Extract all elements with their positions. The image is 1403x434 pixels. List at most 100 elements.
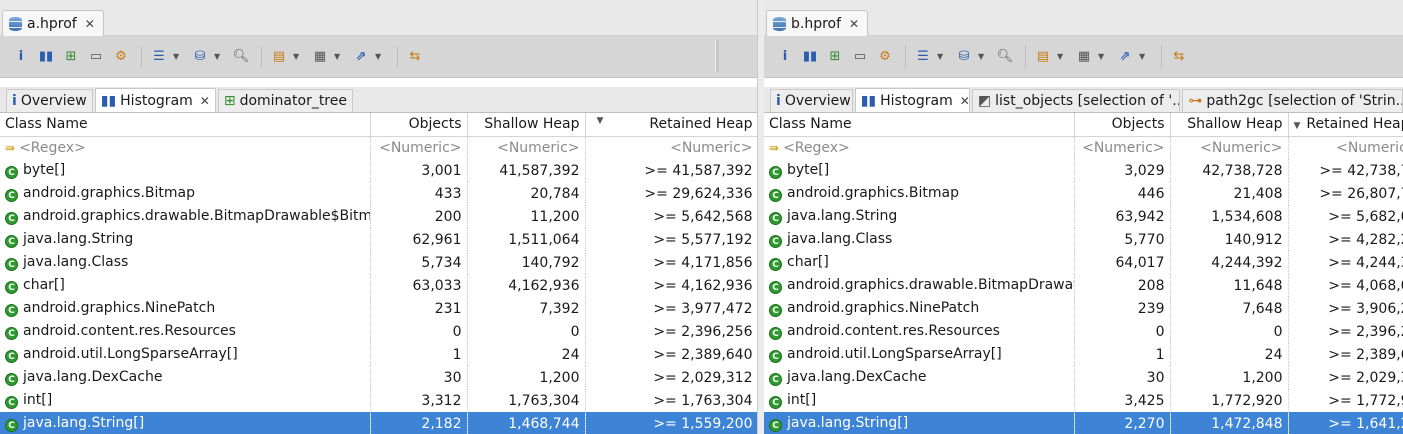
compare-icon[interactable]: ⇆ xyxy=(404,46,426,68)
histogram-table: Class Name Objects Shallow Heap ▼ Retaine… xyxy=(764,113,1403,434)
shallow-heap-cell: 1,472,848 xyxy=(1170,412,1289,434)
numeric-filter-cell[interactable]: <Numeric> xyxy=(1074,136,1171,159)
top-consumers-icon[interactable]: ⚙ xyxy=(110,46,132,68)
group-by-icon[interactable]: ▤ xyxy=(1032,46,1054,68)
chevron-down-icon[interactable]: ▼ xyxy=(173,52,183,61)
oql-icon[interactable]: ▭ xyxy=(849,46,871,68)
table-row[interactable]: Cjava.lang.String 63,942 1,534,608 >= 5,682… xyxy=(764,205,1403,228)
info-icon[interactable]: i xyxy=(774,46,796,68)
table-row[interactable]: Cjava.lang.String[] 2,270 1,472,848 >= 1,64… xyxy=(764,412,1403,434)
run-report-icon[interactable]: ☰ xyxy=(912,46,934,68)
chevron-down-icon[interactable]: ▼ xyxy=(375,52,385,61)
query-browser-icon[interactable]: ⛁ xyxy=(953,46,975,68)
table-row[interactable]: Cjava.lang.String[] 2,182 1,468,744 >= 1,55… xyxy=(0,412,757,434)
export-icon[interactable]: ⇗ xyxy=(1114,46,1136,68)
info-icon[interactable]: i xyxy=(10,46,32,68)
table-row[interactable]: Candroid.util.LongSparseArray[] 1 24 >= 2,3… xyxy=(764,343,1403,366)
shallow-heap-cell: 7,648 xyxy=(1170,297,1289,320)
dominator-tree-icon[interactable]: ⊞ xyxy=(824,46,846,68)
column-header-class-name[interactable]: Class Name xyxy=(0,113,371,137)
dominator-tree-icon: ⊞ xyxy=(223,93,236,109)
table-row[interactable]: Cint[]3,4251,772,920>= 1,772,92 xyxy=(764,389,1403,412)
histogram-icon[interactable]: ▮▮ xyxy=(799,46,821,68)
chevron-down-icon[interactable]: ▼ xyxy=(1057,52,1067,61)
class-name-cell: Cint[] xyxy=(0,389,371,412)
table-row[interactable]: Cchar[]64,0174,244,392>= 4,244,39 xyxy=(764,251,1403,274)
tab-histogram[interactable]: ▮▮ Histogram ✕ xyxy=(854,88,970,112)
search-icon[interactable]: 🔍︎ xyxy=(994,46,1016,68)
table-row[interactable]: Candroid.graphics.drawable.BitmapDrawabl… xyxy=(0,205,757,228)
tab-list-objects[interactable]: ◩ list_objects [selection of '... xyxy=(971,89,1181,112)
tab-overview[interactable]: i Overview xyxy=(770,89,853,112)
chevron-down-icon[interactable]: ▼ xyxy=(214,52,224,61)
retained-heap-cell: >= 4,171,856 xyxy=(585,251,757,274)
close-icon[interactable]: ✕ xyxy=(849,17,859,31)
editor-tab-a-hprof[interactable]: a.hprof ✕ xyxy=(2,10,104,37)
regex-filter-cell[interactable]: ⇛ <Regex> xyxy=(764,136,1075,159)
table-row[interactable]: Candroid.content.res.Resources 0 0 >= 2,396… xyxy=(764,320,1403,343)
info-icon: i xyxy=(776,93,781,109)
oql-icon[interactable]: ▭ xyxy=(85,46,107,68)
table-row[interactable]: Cjava.lang.Class 5,734 140,792 >= 4,171,856 xyxy=(0,251,757,274)
column-header-class-name[interactable]: Class Name xyxy=(764,113,1075,137)
table-row[interactable]: Candroid.graphics.Bitmap 446 21,408 >= 26,8… xyxy=(764,182,1403,205)
histogram-icon[interactable]: ▮▮ xyxy=(35,46,57,68)
table-row[interactable]: Candroid.graphics.NinePatch 239 7,648 >= 3,… xyxy=(764,297,1403,320)
editor-tab-b-hprof[interactable]: b.hprof ✕ xyxy=(766,10,869,37)
run-report-icon[interactable]: ☰ xyxy=(148,46,170,68)
tab-overview[interactable]: i Overview xyxy=(6,89,93,112)
numeric-filter-cell[interactable]: <Numeric> xyxy=(585,136,757,159)
close-icon[interactable]: ✕ xyxy=(960,94,969,108)
table-row[interactable]: Cbyte[]3,02942,738,728>= 42,738,72 xyxy=(764,159,1403,182)
top-consumers-icon[interactable]: ⚙ xyxy=(874,46,896,68)
table-row[interactable]: Candroid.graphics.NinePatch 231 7,392 >= 3,… xyxy=(0,297,757,320)
table-row[interactable]: Candroid.content.res.Resources 0 0 >= 2,396… xyxy=(0,320,757,343)
close-icon[interactable]: ✕ xyxy=(200,94,210,108)
table-row[interactable]: Candroid.graphics.Bitmap 433 20,784 >= 29,6… xyxy=(0,182,757,205)
retained-heap-cell: >= 5,642,568 xyxy=(585,205,757,228)
tab-path2gc[interactable]: ⊶ path2gc [selection of 'Strin... xyxy=(1182,89,1403,112)
shallow-heap-cell: 0 xyxy=(1170,320,1289,343)
class-icon: C xyxy=(5,212,18,225)
tab-dominator-tree[interactable]: ⊞ dominator_tree xyxy=(217,89,353,112)
compare-icon[interactable]: ⇆ xyxy=(1168,46,1190,68)
numeric-filter-cell[interactable]: <Numeric> xyxy=(370,136,468,159)
regex-filter-cell[interactable]: ⇛ <Regex> xyxy=(0,136,371,159)
table-row[interactable]: Cchar[] 63,033 4,162,936 >= 4,162,936 xyxy=(0,274,757,297)
column-header-shallow-heap[interactable]: Shallow Heap xyxy=(1170,113,1289,137)
numeric-filter-cell[interactable]: <Numeric> xyxy=(467,136,586,159)
table-row[interactable]: Candroid.util.LongSparseArray[] 1 24 >= 2,3… xyxy=(0,343,757,366)
calculator-icon[interactable]: ▦ xyxy=(309,46,331,68)
table-row[interactable]: Cjava.lang.Class5,770140,912>= 4,282,25 xyxy=(764,228,1403,251)
column-header-objects[interactable]: Objects xyxy=(1074,113,1171,137)
numeric-filter-cell[interactable]: <Numeric> xyxy=(1288,136,1403,159)
chevron-down-icon[interactable]: ▼ xyxy=(978,52,988,61)
chevron-down-icon[interactable]: ▼ xyxy=(1098,52,1108,61)
table-row[interactable]: Cjava.lang.DexCache 30 1,200 >= 2,029,312 xyxy=(0,366,757,389)
query-browser-icon[interactable]: ⛁ xyxy=(189,46,211,68)
chevron-down-icon[interactable]: ▼ xyxy=(937,52,947,61)
column-header-shallow-heap[interactable]: Shallow Heap xyxy=(467,113,586,137)
table-row[interactable]: Cjava.lang.DexCache301,200>= 2,029,31 xyxy=(764,366,1403,389)
filter-row[interactable]: ⇛<Regex><Numeric><Numeric><Numeric> xyxy=(764,136,1403,159)
column-header-retained-heap[interactable]: ▼ Retained Heap xyxy=(1288,113,1403,137)
chevron-down-icon[interactable]: ▼ xyxy=(334,52,344,61)
table-row[interactable]: Cint[] 3,312 1,763,304 >= 1,763,304 xyxy=(0,389,757,412)
filter-row[interactable]: ⇛<Regex><Numeric><Numeric><Numeric> xyxy=(0,136,757,159)
chevron-down-icon[interactable]: ▼ xyxy=(1139,52,1149,61)
search-icon[interactable]: 🔍︎ xyxy=(230,46,252,68)
table-row[interactable]: Cjava.lang.String 62,961 1,511,064 >= 5,577… xyxy=(0,228,757,251)
regex-filter-icon: ⇛ xyxy=(5,140,16,155)
group-by-icon[interactable]: ▤ xyxy=(268,46,290,68)
dominator-tree-icon[interactable]: ⊞ xyxy=(60,46,82,68)
export-icon[interactable]: ⇗ xyxy=(350,46,372,68)
tab-histogram[interactable]: ▮▮ Histogram ✕ xyxy=(94,88,216,112)
calculator-icon[interactable]: ▦ xyxy=(1073,46,1095,68)
table-row[interactable]: Candroid.graphics.drawable.BitmapDrawat 2… xyxy=(764,274,1403,297)
column-header-retained-heap[interactable]: ▼ Retained Heap xyxy=(585,113,757,137)
chevron-down-icon[interactable]: ▼ xyxy=(293,52,303,61)
table-row[interactable]: Cbyte[] 3,001 41,587,392 >= 41,587,392 xyxy=(0,159,757,182)
close-icon[interactable]: ✕ xyxy=(85,17,95,31)
column-header-objects[interactable]: Objects xyxy=(370,113,468,137)
numeric-filter-cell[interactable]: <Numeric> xyxy=(1170,136,1289,159)
